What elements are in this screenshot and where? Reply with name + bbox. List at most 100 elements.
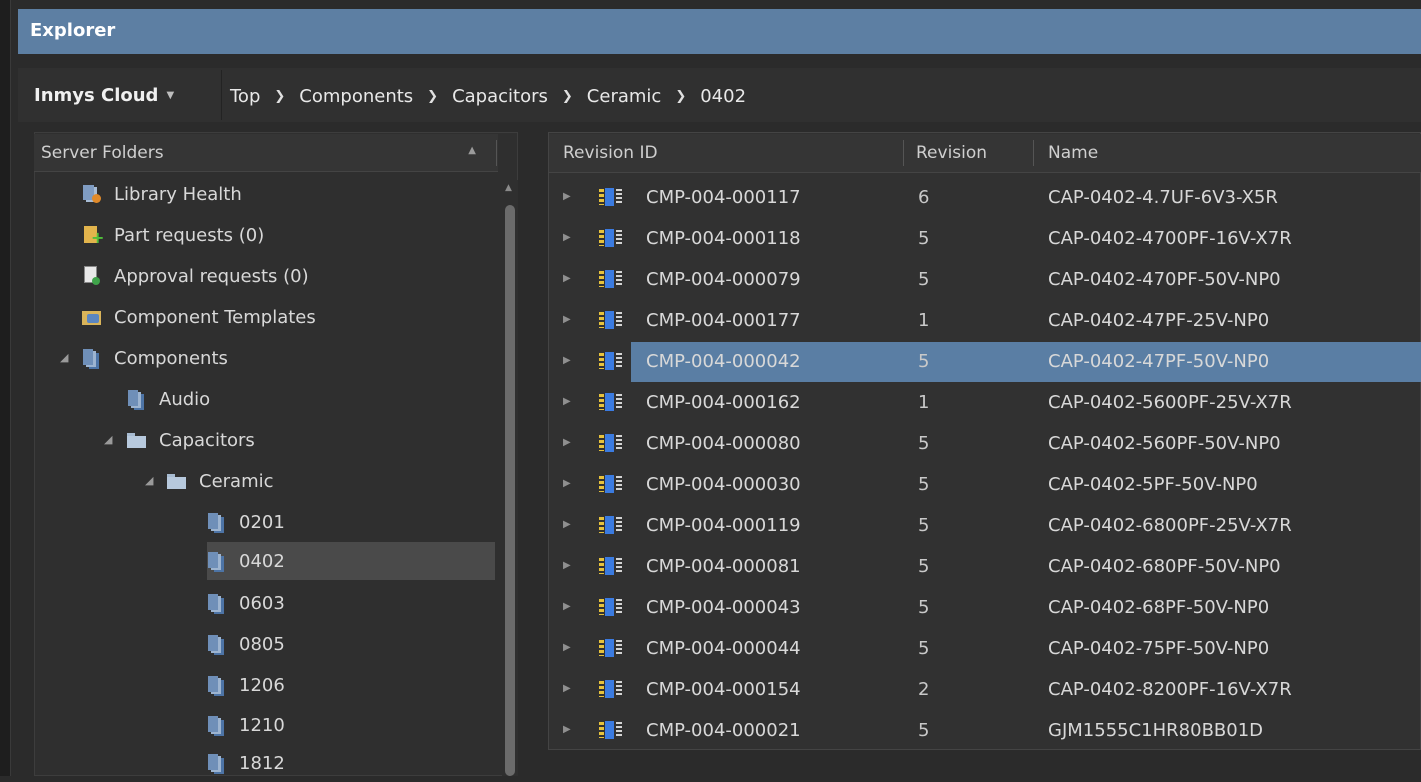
column-divider[interactable] [903,140,904,166]
breadcrumb-item-top[interactable]: Top [230,86,260,107]
revision-cell: 5 [918,556,930,577]
collapse-triangle-icon[interactable]: ◢ [104,433,112,446]
expand-triangle-icon[interactable]: ▶ [563,437,571,448]
expand-triangle-icon[interactable]: ▶ [563,560,571,571]
components-folder-icon [82,348,102,368]
revision-id-cell: CMP-004-000162 [646,392,801,413]
server-source-dropdown[interactable]: Inmys Cloud ▼ [34,84,174,108]
column-header-name[interactable]: Name [1048,143,1098,163]
revision-cell: 5 [918,228,930,249]
tree-item-label: Ceramic [199,470,274,492]
expand-triangle-icon[interactable]: ▶ [563,396,571,407]
breadcrumb-item-0402[interactable]: 0402 [700,86,746,107]
revision-cell: 6 [918,187,930,208]
table-row[interactable]: ▶ CMP-004-000080 5 CAP-0402-560PF-50V-NP0 [549,424,1421,464]
revision-cell: 5 [918,597,930,618]
tree-item-label: 1210 [239,714,285,736]
breadcrumb-item-components[interactable]: Components [299,86,413,107]
table-row[interactable]: ▶ CMP-004-000154 2 CAP-0402-8200PF-16V-X7R [549,670,1421,710]
name-cell: CAP-0402-47PF-50V-NP0 [1048,351,1270,372]
chevron-right-icon: ❯ [561,88,573,104]
revision-cell: 5 [918,474,930,495]
table-row[interactable]: ▶ CMP-004-000030 5 CAP-0402-5PF-50V-NP0 [549,465,1421,505]
table-row[interactable]: ▶ CMP-004-000081 5 CAP-0402-680PF-50V-NP0 [549,547,1421,587]
sort-ascending-icon[interactable]: ▲ [468,145,476,156]
tree-item-0201[interactable]: 0201 [207,503,285,541]
component-icon [599,351,623,371]
expand-triangle-icon[interactable]: ▶ [563,273,571,284]
tree-item-0603[interactable]: 0603 [207,584,285,622]
tree-item-component-templates[interactable]: Component Templates [82,298,316,336]
tree-item-1812[interactable]: 1812 [207,744,285,782]
expand-triangle-icon[interactable]: ▶ [563,519,571,530]
divider [221,70,222,120]
tree-item-1206[interactable]: 1206 [207,666,285,704]
revision-cell: 5 [918,269,930,290]
component-icon [599,269,623,289]
window-left-edge [0,0,11,776]
table-row[interactable]: ▶ CMP-004-000021 5 GJM1555C1HR80BB01D [549,711,1421,751]
expand-triangle-icon[interactable]: ▶ [563,355,571,366]
revision-id-cell: CMP-004-000154 [646,679,801,700]
table-row[interactable]: ▶ CMP-004-000079 5 CAP-0402-470PF-50V-NP0 [549,260,1421,300]
table-row[interactable]: ▶ CMP-004-000044 5 CAP-0402-75PF-50V-NP0 [549,629,1421,669]
table-row[interactable]: ▶ CMP-004-000118 5 CAP-0402-4700PF-16V-X7R [549,219,1421,259]
expand-triangle-icon[interactable]: ▶ [563,314,571,325]
tree-item-audio[interactable]: Audio [127,380,210,418]
component-icon [599,228,623,248]
components-folder-icon [207,715,227,735]
breadcrumb-item-ceramic[interactable]: Ceramic [587,86,662,107]
collapse-triangle-icon[interactable]: ◢ [145,474,153,487]
tree-scrollbar-thumb[interactable] [505,205,515,776]
column-header-revision-id[interactable]: Revision ID [563,143,658,163]
tree-item-components[interactable]: Components [82,339,228,377]
revision-id-cell: CMP-004-000079 [646,269,801,290]
tree-item-label: 1812 [239,752,285,774]
column-header-revision[interactable]: Revision [916,143,987,163]
revision-id-cell: CMP-004-000119 [646,515,801,536]
expand-triangle-icon[interactable]: ▶ [563,232,571,243]
tree-item-0805[interactable]: 0805 [207,625,285,663]
expand-triangle-icon[interactable]: ▶ [563,642,571,653]
revision-cell: 5 [918,638,930,659]
expand-triangle-icon[interactable]: ▶ [563,724,571,735]
table-row[interactable]: ▶ CMP-004-000162 1 CAP-0402-5600PF-25V-X7R [549,383,1421,423]
tree-item-label: Audio [159,388,211,410]
table-row[interactable]: ▶ CMP-004-000043 5 CAP-0402-68PF-50V-NP0 [549,588,1421,628]
expand-triangle-icon[interactable]: ▶ [563,683,571,694]
tree-item-1210[interactable]: 1210 [207,706,285,744]
name-cell: CAP-0402-47PF-25V-NP0 [1048,310,1270,331]
server-folders-header[interactable]: Server Folders ▲ [34,134,498,172]
column-divider[interactable] [496,140,497,166]
name-cell: CAP-0402-75PF-50V-NP0 [1048,638,1270,659]
approval-request-icon [82,266,102,286]
tree-item-part-requests[interactable]: Part requests (0) [82,216,264,254]
expand-triangle-icon[interactable]: ▶ [563,191,571,202]
tree-item-approval-requests[interactable]: Approval requests (0) [82,257,309,295]
component-icon [599,310,623,330]
tree-item-library-health[interactable]: Library Health [82,175,242,213]
table-row[interactable]: ▶ CMP-004-000119 5 CAP-0402-6800PF-25V-X7R [549,506,1421,546]
scroll-up-icon[interactable]: ▲ [505,183,512,193]
revision-cell: 5 [918,351,930,372]
revision-id-cell: CMP-004-000080 [646,433,801,454]
tree-item-ceramic[interactable]: Ceramic [167,462,274,500]
table-row[interactable]: ▶ CMP-004-000117 6 CAP-0402-4.7UF-6V3-X5R [549,178,1421,218]
expand-triangle-icon[interactable]: ▶ [563,601,571,612]
window-title: Explorer [18,9,1421,54]
tree-item-capacitors[interactable]: Capacitors [127,421,255,459]
breadcrumb-item-capacitors[interactable]: Capacitors [452,86,548,107]
name-cell: GJM1555C1HR80BB01D [1048,720,1264,741]
tree-item-label: 1206 [239,674,285,696]
table-row[interactable]: ▶ CMP-004-000042 5 CAP-0402-47PF-50V-NP0 [549,342,1421,382]
name-cell: CAP-0402-5600PF-25V-X7R [1048,392,1292,413]
tree-item-0402[interactable]: 0402 [207,542,495,580]
chevron-right-icon: ❯ [675,88,687,104]
collapse-triangle-icon[interactable]: ◢ [60,351,68,364]
table-row[interactable]: ▶ CMP-004-000177 1 CAP-0402-47PF-25V-NP0 [549,301,1421,341]
column-divider[interactable] [1033,140,1034,166]
name-cell: CAP-0402-560PF-50V-NP0 [1048,433,1281,454]
expand-triangle-icon[interactable]: ▶ [563,478,571,489]
component-icon [599,720,623,740]
component-icon [599,597,623,617]
